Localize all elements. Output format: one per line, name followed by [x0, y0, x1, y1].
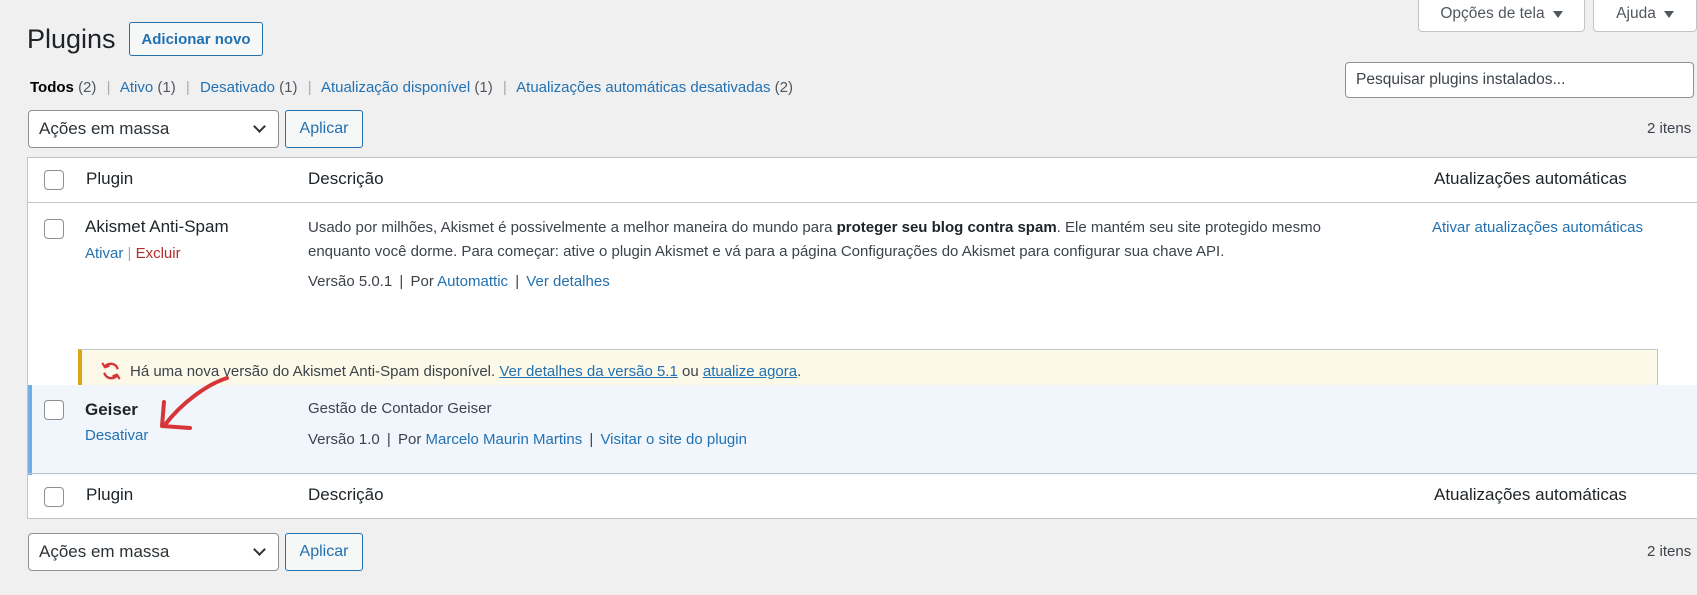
- plugin-meta: Versão 5.0.1 | Por Automattic | Ver deta…: [308, 273, 610, 290]
- author-link[interactable]: Marcelo Maurin Martins: [425, 431, 582, 448]
- version-details-link[interactable]: Ver detalhes da versão 5.1: [499, 363, 677, 380]
- description-bold: proteger seu blog contra spam: [836, 219, 1057, 236]
- update-notice-end: .: [797, 362, 802, 380]
- filter-separator: |: [307, 79, 312, 96]
- plugin-name: Geiser: [85, 400, 138, 419]
- filter-update-available-count: (1): [474, 79, 493, 96]
- row-checkbox[interactable]: [44, 219, 64, 239]
- triangle-down-icon: [1663, 10, 1674, 18]
- row-actions: Ativar | Excluir: [85, 245, 181, 262]
- add-new-button[interactable]: Adicionar novo: [129, 22, 263, 56]
- plugin-version: Versão 1.0: [308, 431, 380, 448]
- row-actions: Desativar: [85, 427, 148, 444]
- filter-auto-updates-disabled[interactable]: Atualizações automáticas desativadas: [516, 79, 770, 96]
- filter-all-count: (2): [78, 79, 97, 96]
- row-checkbox[interactable]: [44, 400, 64, 420]
- table-header: Plugin Descrição Atualizações automática…: [28, 158, 1697, 203]
- filter-separator: |: [185, 79, 190, 96]
- column-header-auto-updates: Atualizações automáticas: [1434, 169, 1627, 188]
- refresh-icon: [101, 362, 121, 380]
- screen-meta-tabs: Opções de tela Ajuda: [1418, 0, 1697, 32]
- page-title: Plugins: [27, 24, 116, 54]
- update-now-link[interactable]: atualize agora: [703, 363, 797, 380]
- bulk-actions-selected: Ações em massa: [39, 542, 170, 561]
- table-footer: Plugin Descrição Atualizações automática…: [28, 473, 1697, 518]
- filter-active-count: (1): [157, 79, 176, 96]
- author-link[interactable]: Automattic: [437, 273, 508, 290]
- status-filters: Todos (2) | Ativo (1) | Desativado (1) |…: [30, 79, 793, 96]
- items-count-top: 2 itens: [1647, 120, 1692, 137]
- table-row-active: Geiser Desativar Gestão de Contador Geis…: [28, 385, 1697, 475]
- filter-inactive-count: (1): [279, 79, 298, 96]
- by-label: Por: [397, 431, 422, 448]
- plugin-version: Versão 5.0.1: [308, 273, 393, 290]
- meta-separator: |: [515, 273, 520, 290]
- items-count-bottom: 2 itens: [1647, 543, 1692, 560]
- select-all-checkbox[interactable]: [44, 487, 64, 507]
- meta-separator: |: [589, 431, 594, 448]
- screen-options-label: Opções de tela: [1440, 5, 1545, 22]
- help-label: Ajuda: [1616, 5, 1656, 22]
- chevron-down-icon: [253, 120, 266, 133]
- plugin-search-input[interactable]: [1345, 62, 1694, 98]
- update-notice-text: Há uma nova versão do Akismet Anti-Spam …: [130, 362, 500, 380]
- filter-update-available[interactable]: Atualização disponível: [321, 79, 470, 96]
- meta-separator: |: [399, 273, 404, 290]
- apply-button-top[interactable]: Aplicar: [285, 110, 363, 148]
- filter-all[interactable]: Todos: [30, 79, 74, 96]
- column-footer-description: Descrição: [308, 485, 384, 504]
- triangle-down-icon: [1552, 10, 1563, 18]
- bulk-actions-select-bottom[interactable]: Ações em massa: [28, 533, 279, 571]
- column-header-plugin[interactable]: Plugin: [86, 169, 133, 189]
- bulk-actions-select-top[interactable]: Ações em massa: [28, 110, 279, 148]
- filter-active[interactable]: Ativo: [120, 79, 153, 96]
- chevron-down-icon: [253, 543, 266, 556]
- filter-separator: |: [502, 79, 507, 96]
- meta-separator: |: [386, 431, 391, 448]
- plugin-description: Gestão de Contador Geiser: [308, 400, 492, 417]
- activate-link[interactable]: Ativar: [85, 245, 123, 262]
- plugins-table: Plugin Descrição Atualizações automática…: [27, 157, 1697, 519]
- plugin-description: Usado por milhões, Akismet é possivelmen…: [308, 216, 1348, 264]
- by-label: Por: [410, 273, 434, 290]
- deactivate-link[interactable]: Desativar: [85, 427, 148, 444]
- filter-separator: |: [106, 79, 111, 96]
- plugin-meta: Versão 1.0 | Por Marcelo Maurin Martins …: [308, 431, 747, 448]
- screen-options-button[interactable]: Opções de tela: [1418, 0, 1585, 32]
- help-button[interactable]: Ajuda: [1593, 0, 1697, 32]
- apply-button-bottom[interactable]: Aplicar: [285, 533, 363, 571]
- column-header-description: Descrição: [308, 169, 384, 188]
- delete-link[interactable]: Excluir: [136, 245, 181, 262]
- action-separator: |: [127, 245, 132, 262]
- enable-auto-updates-link[interactable]: Ativar atualizações automáticas: [1432, 219, 1643, 236]
- visit-plugin-site-link[interactable]: Visitar o site do plugin: [600, 431, 746, 448]
- column-footer-plugin[interactable]: Plugin: [86, 485, 133, 505]
- plugin-name: Akismet Anti-Spam: [85, 217, 229, 236]
- column-footer-auto-updates: Atualizações automáticas: [1434, 485, 1627, 504]
- filter-inactive[interactable]: Desativado: [200, 79, 275, 96]
- filter-auto-updates-disabled-count: (2): [774, 79, 793, 96]
- update-notice-or: ou: [677, 362, 703, 380]
- bulk-actions-selected: Ações em massa: [39, 119, 170, 138]
- table-row: Akismet Anti-Spam Ativar | Excluir Usado…: [28, 204, 1697, 393]
- view-details-link[interactable]: Ver detalhes: [526, 273, 609, 290]
- select-all-checkbox[interactable]: [44, 170, 64, 190]
- description-text-1: Usado por milhões, Akismet é possivelmen…: [308, 219, 837, 236]
